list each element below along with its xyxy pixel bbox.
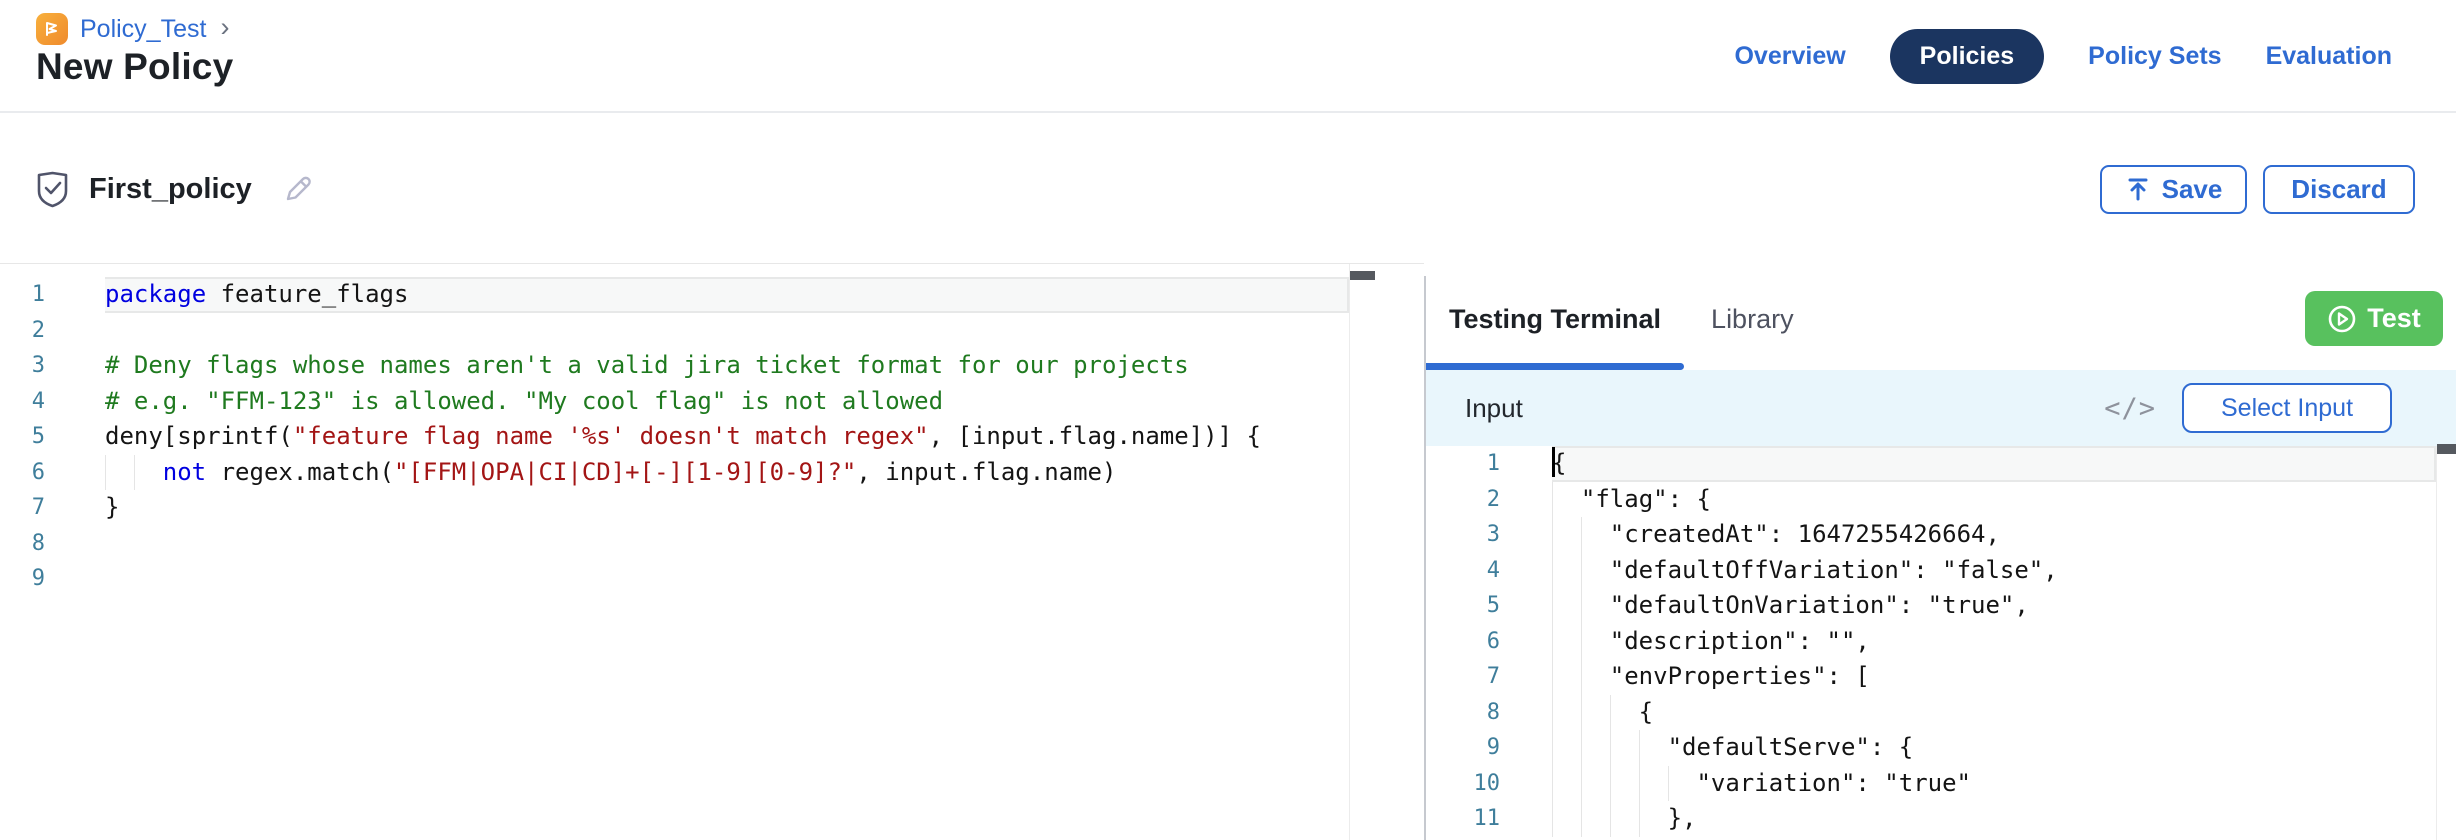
testing-panel: Testing Terminal Library Test Input </> …: [1426, 276, 2456, 840]
toolbar-actions: Save Discard: [2100, 115, 2415, 263]
input-editor-scrollbar-track: [2436, 446, 2437, 840]
edit-policy-name-button[interactable]: [282, 173, 314, 205]
nav-tab-policies[interactable]: Policies: [1890, 29, 2045, 84]
save-button-label: Save: [2162, 174, 2223, 205]
code-view-icon[interactable]: </>: [2104, 393, 2156, 424]
policy-name: First_policy: [89, 173, 252, 206]
play-circle-icon: [2327, 304, 2357, 334]
breadcrumb-project-link[interactable]: Policy_Test: [80, 15, 206, 44]
discard-button[interactable]: Discard: [2263, 165, 2415, 214]
input-label: Input: [1465, 393, 1523, 424]
breadcrumb: Policy_Test ›: [36, 13, 229, 45]
policy-toolbar: First_policy Save Di: [0, 115, 2456, 263]
page-header: Policy_Test › New Policy Overview Polici…: [0, 0, 2456, 113]
tab-testing-terminal[interactable]: Testing Terminal: [1449, 304, 1661, 335]
save-button[interactable]: Save: [2100, 165, 2247, 214]
chevron-right-icon: ›: [220, 12, 229, 43]
input-bar: Input </> Select Input: [1426, 370, 2456, 446]
feature-flags-logo-icon: [36, 13, 68, 45]
input-editor-scrollbar-thumb[interactable]: [2437, 444, 2456, 454]
discard-button-label: Discard: [2291, 174, 2386, 205]
policy-identity: First_policy: [36, 115, 314, 263]
rego-editor-scrollbar-track: [1349, 264, 1350, 840]
testing-panel-tabs: Testing Terminal Library: [1426, 276, 2456, 363]
test-button-label: Test: [2367, 303, 2421, 334]
nav-tab-overview[interactable]: Overview: [1734, 29, 1845, 84]
upload-icon: [2125, 176, 2151, 202]
shield-check-icon: [36, 171, 69, 208]
input-json-editor[interactable]: 1{2"flag": {3"createdAt": 1647255426664,…: [1426, 446, 2436, 840]
nav-tab-evaluation[interactable]: Evaluation: [2266, 29, 2392, 84]
nav-tab-policy-sets[interactable]: Policy Sets: [2088, 29, 2221, 84]
rego-policy-editor[interactable]: 1package feature_flags23# Deny flags who…: [0, 264, 1349, 840]
test-button[interactable]: Test: [2305, 291, 2443, 346]
select-input-button[interactable]: Select Input: [2182, 383, 2392, 433]
module-nav: Overview Policies Policy Sets Evaluation: [1734, 0, 2392, 113]
rego-editor-scrollbar-thumb[interactable]: [1350, 271, 1375, 280]
new-policy-page: Policy_Test › New Policy Overview Polici…: [0, 0, 2456, 840]
page-title: New Policy: [36, 46, 233, 88]
tab-library[interactable]: Library: [1711, 304, 1794, 335]
active-tab-underline: [1426, 363, 1684, 370]
